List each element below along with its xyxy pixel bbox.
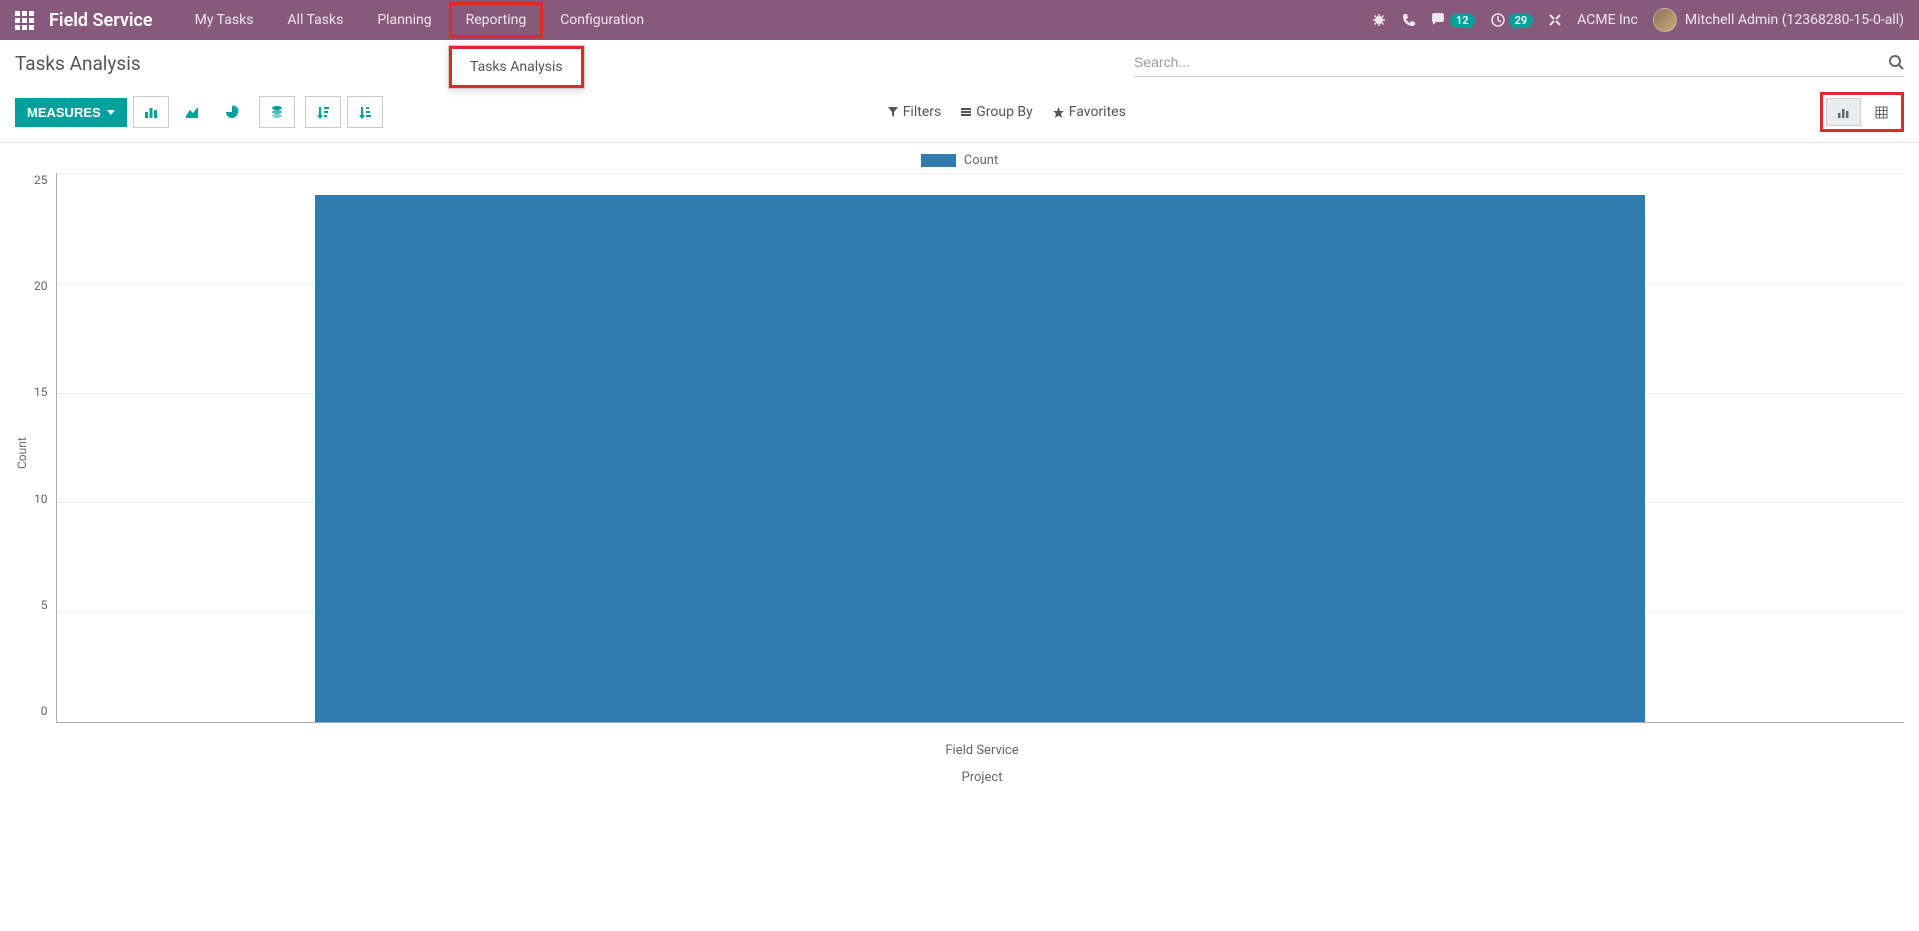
legend-label: Count (964, 153, 998, 168)
graph-view-button[interactable] (1826, 98, 1861, 126)
pivot-icon (1875, 106, 1888, 119)
sort-desc-button[interactable] (305, 96, 341, 128)
y-tick: 25 (34, 173, 48, 187)
sort-asc-icon (358, 105, 372, 119)
y-tick: 10 (34, 492, 48, 506)
messages-badge: 12 (1450, 13, 1475, 28)
x-axis-category: Field Service (60, 743, 1904, 758)
app-title[interactable]: Field Service (49, 10, 153, 31)
bar-chart-button[interactable] (133, 96, 169, 128)
y-tick: 0 (41, 704, 48, 718)
nav-all-tasks[interactable]: All Tasks (270, 2, 360, 38)
x-axis-group: Project (60, 770, 1904, 785)
apps-icon[interactable] (15, 11, 34, 30)
filters-button[interactable]: Filters (888, 104, 942, 120)
control-panel: Tasks Analysis MEASURES (0, 40, 1919, 143)
chart-area: Count 25 20 15 10 5 0 (15, 173, 1904, 733)
page-title: Tasks Analysis (15, 52, 141, 75)
user-name: Mitchell Admin (12368280-15-0-all) (1685, 12, 1904, 28)
plot-area (56, 173, 1905, 723)
company-selector[interactable]: ACME Inc (1577, 12, 1638, 28)
x-axis-labels: Field Service Project (60, 743, 1904, 785)
y-tick: 20 (34, 279, 48, 293)
search-container (1134, 50, 1904, 77)
messages-icon[interactable]: 12 (1431, 13, 1475, 28)
measures-button[interactable]: MEASURES (15, 98, 127, 127)
main-navbar: Field Service My Tasks All Tasks Plannin… (0, 0, 1919, 40)
chart-bar[interactable] (315, 195, 1645, 722)
stack-icon (270, 105, 284, 119)
nav-reporting[interactable]: Reporting (449, 2, 544, 38)
pivot-view-button[interactable] (1865, 98, 1898, 126)
group-icon (961, 107, 971, 117)
chart-container: Count Count 25 20 15 10 5 0 Field Servic… (0, 143, 1919, 795)
sort-asc-button[interactable] (347, 96, 383, 128)
line-chart-button[interactable] (175, 99, 209, 125)
y-tick: 5 (41, 598, 48, 612)
tools-icon[interactable] (1548, 13, 1562, 27)
nav-menu: My Tasks All Tasks Planning Reporting Co… (178, 2, 662, 38)
favorites-button[interactable]: Favorites (1053, 104, 1126, 120)
nav-my-tasks[interactable]: My Tasks (178, 2, 271, 38)
search-input[interactable] (1134, 50, 1888, 74)
phone-icon[interactable] (1402, 13, 1416, 27)
filter-icon (888, 107, 898, 117)
y-tick: 15 (34, 385, 48, 399)
pie-chart-icon (225, 105, 239, 119)
y-axis: 25 20 15 10 5 0 (34, 173, 56, 723)
bar-chart-icon (144, 105, 158, 119)
y-axis-label: Count (15, 173, 29, 733)
legend-swatch (921, 154, 956, 167)
avatar (1653, 8, 1677, 32)
clock-icon[interactable]: 29 (1490, 12, 1534, 28)
stacked-button[interactable] (259, 96, 295, 128)
sort-desc-icon (316, 105, 330, 119)
nav-planning[interactable]: Planning (360, 2, 448, 38)
reporting-dropdown: Tasks Analysis (448, 45, 585, 89)
search-icon[interactable] (1888, 54, 1904, 70)
pie-chart-button[interactable] (215, 99, 249, 125)
user-menu[interactable]: Mitchell Admin (12368280-15-0-all) (1653, 8, 1904, 32)
star-icon (1053, 107, 1064, 118)
graph-icon (1837, 106, 1850, 119)
chevron-down-icon (107, 110, 115, 115)
dropdown-tasks-analysis[interactable]: Tasks Analysis (449, 46, 584, 88)
line-chart-icon (185, 105, 199, 119)
groupby-button[interactable]: Group By (961, 104, 1033, 120)
bug-icon[interactable] (1371, 12, 1387, 28)
chart-legend: Count (15, 153, 1904, 168)
nav-configuration[interactable]: Configuration (543, 2, 661, 38)
clock-badge: 29 (1509, 13, 1534, 28)
view-switcher (1820, 92, 1904, 132)
